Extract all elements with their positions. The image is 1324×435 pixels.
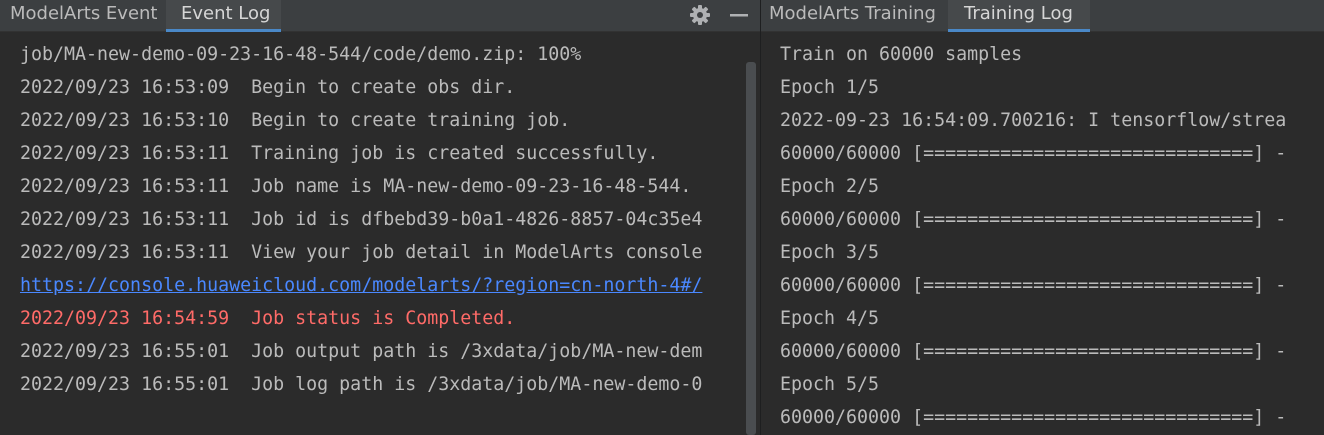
tab-modelarts-training[interactable]: ModelArts Training	[769, 0, 936, 32]
log-line: 2022/09/23 16:53:09 Begin to create obs …	[20, 77, 516, 98]
minimize-icon[interactable]	[726, 2, 752, 28]
log-line: 2022-09-23 16:54:09.700216: I tensorflow…	[780, 110, 1287, 131]
training-log-panel: ModelArts Training Training Log Train on…	[761, 0, 1324, 435]
event-log-tab-bar: ModelArts Event Event Log	[0, 0, 760, 32]
active-tab-indicator	[948, 29, 1090, 32]
log-line: 60000/60000 [===========================…	[780, 275, 1287, 296]
log-line: 2022/09/23 16:53:11 View your job detail…	[20, 242, 703, 263]
log-line-status: 2022/09/23 16:54:59 Job status is Comple…	[20, 308, 516, 329]
tab-event-log[interactable]: Event Log	[166, 0, 281, 32]
log-line: 60000/60000 [===========================…	[780, 209, 1287, 230]
log-line: 2022/09/23 16:53:10 Begin to create trai…	[20, 110, 571, 131]
tab-modelarts-event[interactable]: ModelArts Event	[10, 0, 157, 32]
scrollbar-thumb[interactable]	[746, 62, 756, 435]
log-line: 2022/09/23 16:53:11 Training job is crea…	[20, 143, 659, 164]
training-log-tab-bar: ModelArts Training Training Log	[761, 0, 1324, 32]
log-line: 2022/09/23 16:53:11 Job id is dfbebd39-b…	[20, 209, 703, 230]
log-line: 60000/60000 [===========================…	[780, 407, 1287, 428]
log-line: job/MA-new-demo-09-23-16-48-544/code/dem…	[20, 44, 582, 65]
log-line: Epoch 3/5	[780, 242, 880, 263]
log-line: 2022/09/23 16:55:01 Job output path is /…	[20, 341, 703, 362]
console-link[interactable]: https://console.huaweicloud.com/modelart…	[20, 269, 702, 302]
tab-event-log-label: Event Log	[181, 3, 271, 24]
event-log-content: job/MA-new-demo-09-23-16-48-544/code/dem…	[0, 38, 760, 435]
log-line: Epoch 2/5	[780, 176, 880, 197]
log-line: Epoch 4/5	[780, 308, 880, 329]
log-line: 60000/60000 [===========================…	[780, 143, 1287, 164]
gear-icon[interactable]	[687, 2, 713, 28]
active-tab-indicator	[166, 29, 281, 32]
log-line: Epoch 5/5	[780, 374, 880, 395]
tab-training-log[interactable]: Training Log	[948, 0, 1090, 32]
event-log-panel: ModelArts Event Event Log job/MA-new-dem…	[0, 0, 760, 435]
training-log-content: Train on 60000 samples Epoch 1/5 2022-09…	[761, 38, 1324, 435]
log-line: 2022/09/23 16:55:01 Job log path is /3xd…	[20, 374, 703, 395]
log-line: 60000/60000 [===========================…	[780, 341, 1287, 362]
log-line: Train on 60000 samples	[780, 44, 1023, 65]
log-line: 2022/09/23 16:53:11 Job name is MA-new-d…	[20, 176, 692, 197]
log-line: Epoch 1/5	[780, 77, 880, 98]
tab-training-log-label: Training Log	[964, 3, 1073, 24]
